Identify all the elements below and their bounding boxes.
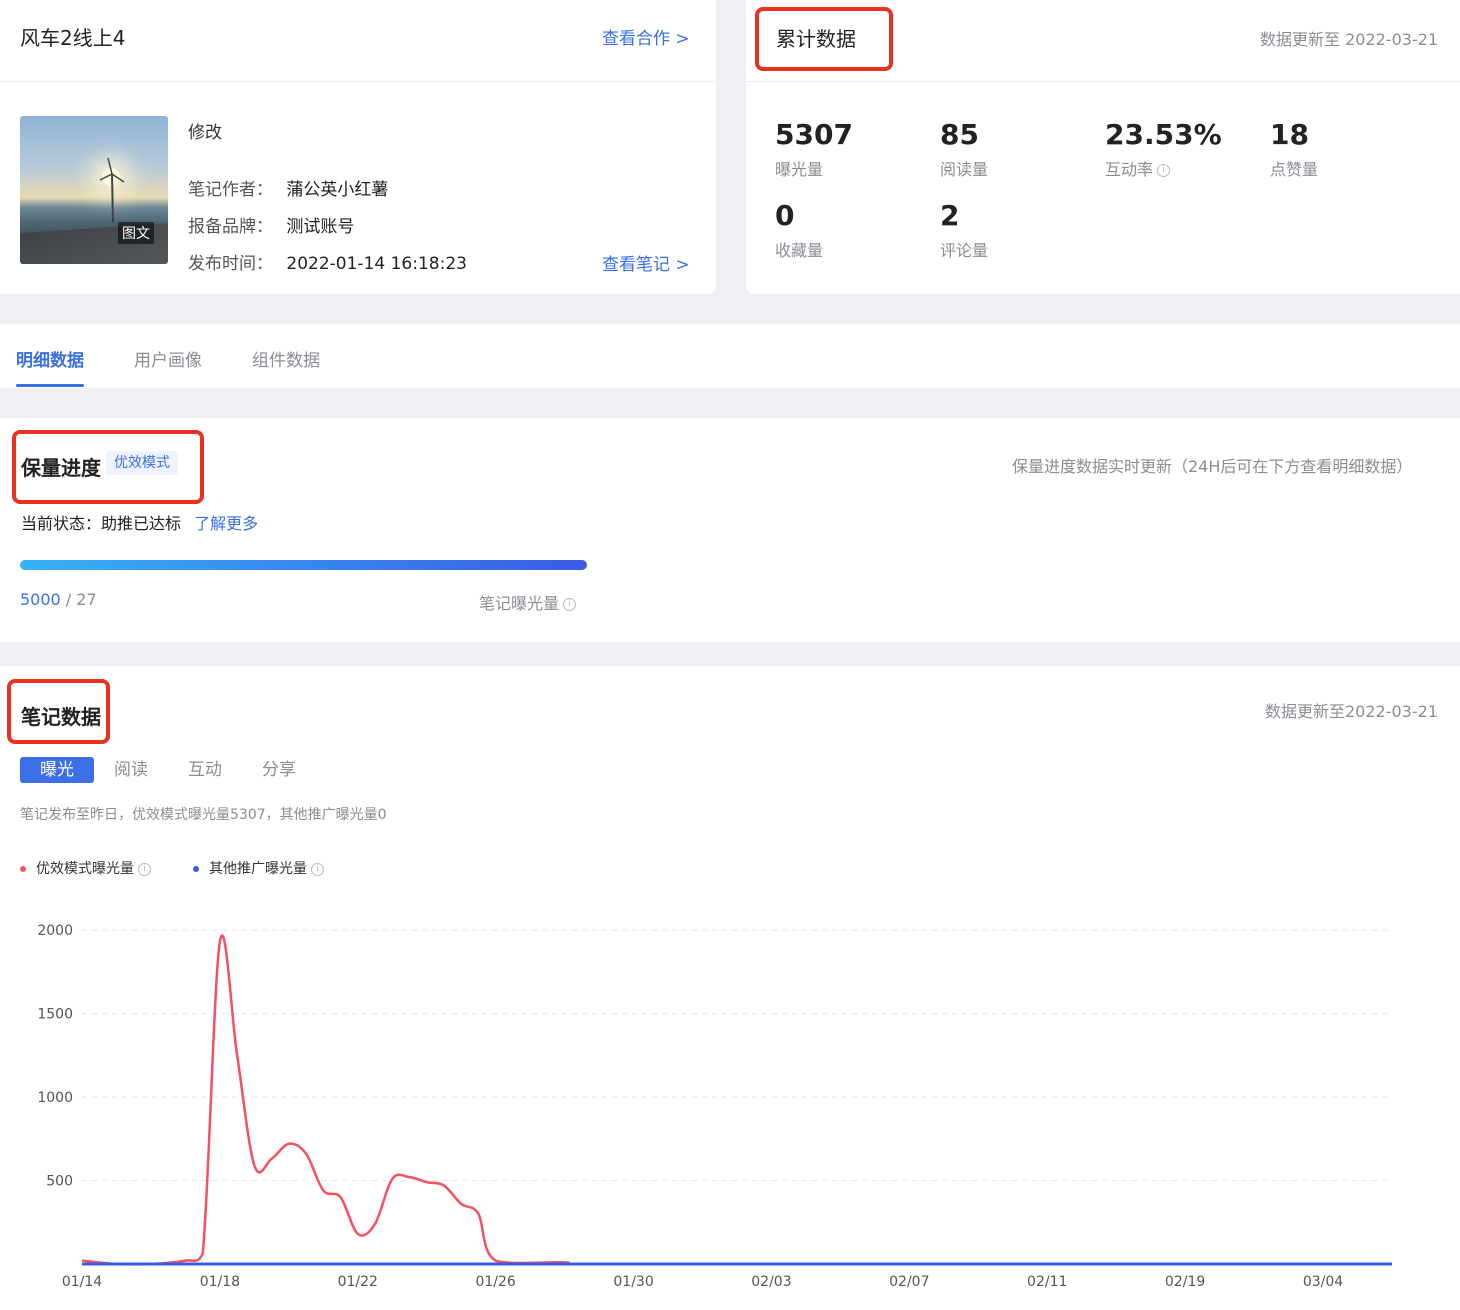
status-value: 助推已达标 [101, 514, 182, 533]
stat-value-reads: 85 [940, 118, 979, 151]
note-cover-image[interactable]: 图文 [20, 116, 168, 264]
progress-numbers: 5000 / 27 [20, 590, 97, 609]
x-tick-label: 02/11 [1027, 1274, 1067, 1290]
info-icon[interactable]: i [138, 862, 151, 876]
cover-type-tag: 图文 [118, 222, 154, 244]
x-tick-label: 02/19 [1165, 1274, 1205, 1290]
stat-label-likes: 点赞量 [1270, 160, 1319, 179]
x-tick-label: 03/04 [1303, 1274, 1343, 1290]
stat-value-engagement-rate: 23.53% [1105, 118, 1222, 151]
tab-component-data[interactable]: 组件数据 [252, 346, 320, 371]
author-label: 笔记作者： [188, 180, 273, 200]
active-tab-indicator [16, 384, 84, 387]
subtab-interaction[interactable]: 互动 [188, 757, 222, 783]
subtab-exposure[interactable]: 曝光 [20, 757, 94, 783]
x-tick-label: 01/14 [62, 1274, 102, 1290]
note-title: 风车2线上4 [20, 26, 126, 50]
progress-separator: / [60, 590, 77, 609]
progress-bar [20, 560, 587, 570]
brand-label: 报备品牌： [188, 217, 273, 237]
learn-more-link[interactable]: 了解更多 [194, 514, 258, 533]
note-data-updated-date: 数据更新至2022-03-21 [1265, 702, 1438, 721]
edit-link[interactable]: 修改 [188, 118, 222, 143]
info-icon[interactable]: i [311, 862, 324, 876]
status-label: 当前状态： [21, 514, 102, 533]
exposure-line-chart: 500 1000 1500 2000 01/14 01/18 01/22 01/26 01/30… [37, 923, 1393, 1290]
stat-label-exposure: 曝光量 [775, 160, 824, 179]
legend-marker [193, 866, 199, 872]
tab-user-profile[interactable]: 用户画像 [134, 346, 202, 371]
card-divider [746, 81, 1460, 82]
info-icon[interactable]: i [1157, 164, 1171, 177]
legend-marker [20, 866, 26, 872]
y-tick-label: 1500 [37, 1007, 73, 1023]
progress-target: 5000 [20, 590, 61, 609]
publish-time-label: 发布时间： [188, 254, 273, 274]
cumulative-updated-date: 数据更新至 2022-03-21 [1260, 30, 1439, 49]
legend-label-other: 其他推广曝光量 [209, 861, 307, 877]
subtab-share[interactable]: 分享 [262, 757, 296, 783]
stat-label-engagement-rate-wrap: 互动率 i [1105, 156, 1171, 180]
progress-current: 27 [76, 590, 97, 609]
stat-label-engagement-rate: 互动率 [1105, 160, 1154, 179]
progress-metric-label: 笔记曝光量 [479, 594, 560, 613]
stat-label-collects: 收藏量 [775, 241, 824, 260]
view-cooperation-link[interactable]: 查看合作 > [602, 24, 690, 49]
progress-update-note: 保量进度数据实时更新（24H后可在下方查看明细数据） [1012, 457, 1413, 476]
author-row: 笔记作者： 蒲公英小红薯 [188, 175, 388, 200]
y-tick-label: 2000 [37, 923, 73, 939]
series-line-premium [81, 934, 1393, 1266]
legend-item-premium[interactable]: 优效模式曝光量 i [20, 858, 151, 878]
publish-time-value: 2022-01-14 16:18:23 [286, 254, 467, 274]
stat-value-exposure: 5307 [775, 118, 853, 151]
x-tick-label: 02/03 [751, 1274, 791, 1290]
publish-time-row: 发布时间： 2022-01-14 16:18:23 [188, 249, 467, 274]
brand-row: 报备品牌： 测试账号 [188, 212, 354, 237]
note-data-summary: 笔记发布至昨日，优效模式曝光量5307，其他推广曝光量0 [20, 807, 387, 823]
stat-value-collects: 0 [775, 199, 795, 232]
author-value: 蒲公英小红薯 [286, 180, 389, 200]
tab-bar [0, 324, 1460, 388]
info-icon[interactable]: i [563, 598, 577, 611]
highlight-box [12, 430, 204, 504]
highlight-box [755, 7, 893, 71]
card-divider [0, 81, 716, 82]
legend-item-other[interactable]: 其他推广曝光量 i [193, 858, 324, 878]
stat-value-likes: 18 [1270, 118, 1309, 151]
highlight-box [7, 679, 110, 744]
legend-label-premium: 优效模式曝光量 [36, 861, 134, 877]
brand-value: 测试账号 [286, 217, 355, 237]
x-tick-label: 01/22 [338, 1274, 378, 1290]
progress-metric-wrap: 笔记曝光量 i [479, 590, 577, 614]
view-note-link[interactable]: 查看笔记 > [602, 250, 690, 275]
y-tick-label: 500 [46, 1174, 73, 1190]
x-tick-label: 01/30 [613, 1274, 653, 1290]
tab-detail-data[interactable]: 明细数据 [16, 346, 84, 371]
stat-label-comments: 评论量 [940, 241, 989, 260]
x-tick-label: 01/26 [475, 1274, 515, 1290]
status-row: 当前状态：助推已达标 了解更多 [21, 510, 258, 534]
stat-label-reads: 阅读量 [940, 160, 989, 179]
stat-value-comments: 2 [940, 199, 960, 232]
subtab-reads[interactable]: 阅读 [114, 757, 148, 783]
x-tick-label: 01/18 [200, 1274, 240, 1290]
y-tick-label: 1000 [37, 1090, 73, 1106]
x-tick-label: 02/07 [889, 1274, 929, 1290]
